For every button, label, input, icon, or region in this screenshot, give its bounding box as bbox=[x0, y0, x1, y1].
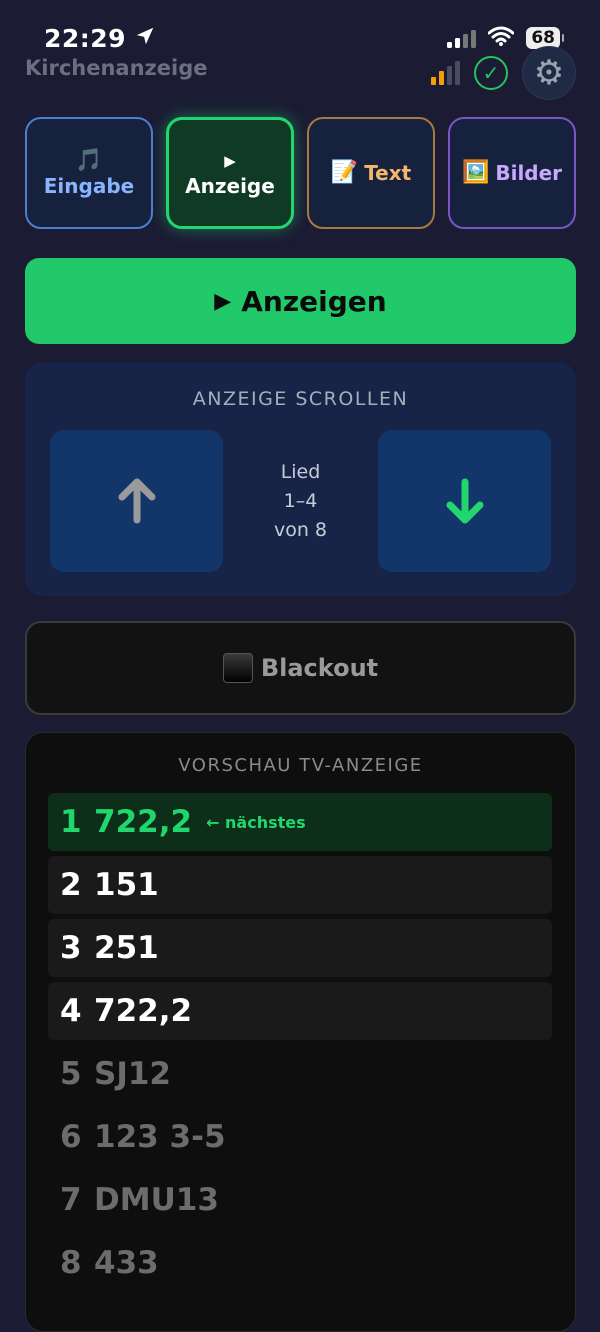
song-code: 433 bbox=[94, 1245, 159, 1281]
song-number: 6 bbox=[60, 1119, 82, 1155]
list-item[interactable]: 1 722,2 ← nächstes bbox=[48, 793, 552, 851]
blackout-button[interactable]: Blackout bbox=[25, 621, 576, 715]
tab-label: Bilder bbox=[495, 161, 563, 185]
location-arrow-icon bbox=[134, 24, 156, 53]
tab-label: Text bbox=[364, 161, 412, 185]
scroll-info-total: von 8 bbox=[273, 519, 328, 541]
song-number: 3 bbox=[60, 930, 82, 966]
song-code: 123 3-5 bbox=[94, 1119, 226, 1155]
list-item[interactable]: 6 123 3-5 bbox=[48, 1108, 552, 1166]
music-note-icon: 🎵 bbox=[75, 148, 103, 173]
clock: 22:29 bbox=[44, 24, 127, 53]
song-code: DMU13 bbox=[94, 1182, 219, 1218]
scroll-panel-title: ANZEIGE SCROLLEN bbox=[192, 388, 409, 410]
tv-preview: VORSCHAU TV-ANZEIGE 1 722,2 ← nächstes 2… bbox=[25, 732, 576, 1332]
song-number: 4 bbox=[60, 993, 82, 1029]
list-item[interactable]: 8 433 bbox=[48, 1234, 552, 1292]
song-number: 8 bbox=[60, 1245, 82, 1281]
song-code: 722,2 bbox=[94, 993, 193, 1029]
list-item[interactable]: 5 SJ12 bbox=[48, 1045, 552, 1103]
arrow-down-icon bbox=[446, 478, 483, 524]
gear-icon: ⚙ bbox=[533, 53, 565, 93]
song-number: 7 bbox=[60, 1182, 82, 1218]
anzeigen-label: Anzeigen bbox=[241, 284, 387, 318]
preview-title: VORSCHAU TV-ANZEIGE bbox=[178, 755, 423, 776]
arrow-up-icon bbox=[118, 478, 155, 524]
song-number: 5 bbox=[60, 1056, 82, 1092]
status-time: 22:29 bbox=[44, 24, 156, 53]
song-code: 151 bbox=[94, 867, 159, 903]
signal-strength-icon bbox=[431, 61, 460, 85]
scroll-position: Lied 1–4 von 8 bbox=[225, 458, 376, 545]
play-icon: ▶ bbox=[224, 152, 236, 170]
black-square-icon bbox=[222, 653, 253, 683]
song-code: 722,2 bbox=[94, 804, 193, 840]
scroll-info-label: Lied bbox=[280, 461, 321, 483]
list-item[interactable]: 3 251 bbox=[48, 919, 552, 977]
song-number: 1 bbox=[60, 804, 82, 840]
tab-label: Anzeige bbox=[185, 174, 275, 198]
song-code: SJ12 bbox=[94, 1056, 172, 1092]
tab-bilder[interactable]: 🖼️ Bilder bbox=[448, 117, 576, 229]
scroll-up-button[interactable] bbox=[50, 430, 223, 572]
scroll-panel: ANZEIGE SCROLLEN Lied 1–4 von 8 bbox=[25, 362, 576, 596]
preview-list: 1 722,2 ← nächstes 2 151 3 251 4 722,2 5… bbox=[48, 793, 552, 1297]
tab-anzeige[interactable]: ▶ Anzeige bbox=[166, 117, 294, 229]
connection-status: ✓ ⚙ bbox=[431, 46, 576, 100]
list-item[interactable]: 2 151 bbox=[48, 856, 552, 914]
list-item[interactable]: 4 722,2 bbox=[48, 982, 552, 1040]
anzeigen-button[interactable]: ▶ Anzeigen bbox=[25, 258, 576, 344]
play-icon: ▶ bbox=[214, 288, 232, 314]
mode-tabs: 🎵 Eingabe ▶ Anzeige 📝 Text 🖼️ Bilder bbox=[25, 117, 576, 229]
picture-icon: 🖼️ bbox=[461, 160, 490, 185]
song-number: 2 bbox=[60, 867, 82, 903]
tab-label: Eingabe bbox=[43, 174, 135, 198]
next-tag: ← nächstes bbox=[206, 812, 306, 832]
list-item[interactable]: 7 DMU13 bbox=[48, 1171, 552, 1229]
tab-eingabe[interactable]: 🎵 Eingabe bbox=[25, 117, 153, 229]
tab-text[interactable]: 📝 Text bbox=[307, 117, 435, 229]
memo-icon: 📝 bbox=[330, 160, 359, 185]
blackout-label: Blackout bbox=[260, 654, 379, 682]
song-code: 251 bbox=[94, 930, 159, 966]
scroll-down-button[interactable] bbox=[378, 430, 551, 572]
app-title: Kirchenanzeige bbox=[25, 56, 208, 80]
scroll-info-range: 1–4 bbox=[283, 490, 318, 512]
cellular-signal-icon bbox=[447, 28, 477, 48]
connected-check-icon: ✓ bbox=[474, 56, 508, 90]
settings-button[interactable]: ⚙ bbox=[522, 46, 576, 100]
